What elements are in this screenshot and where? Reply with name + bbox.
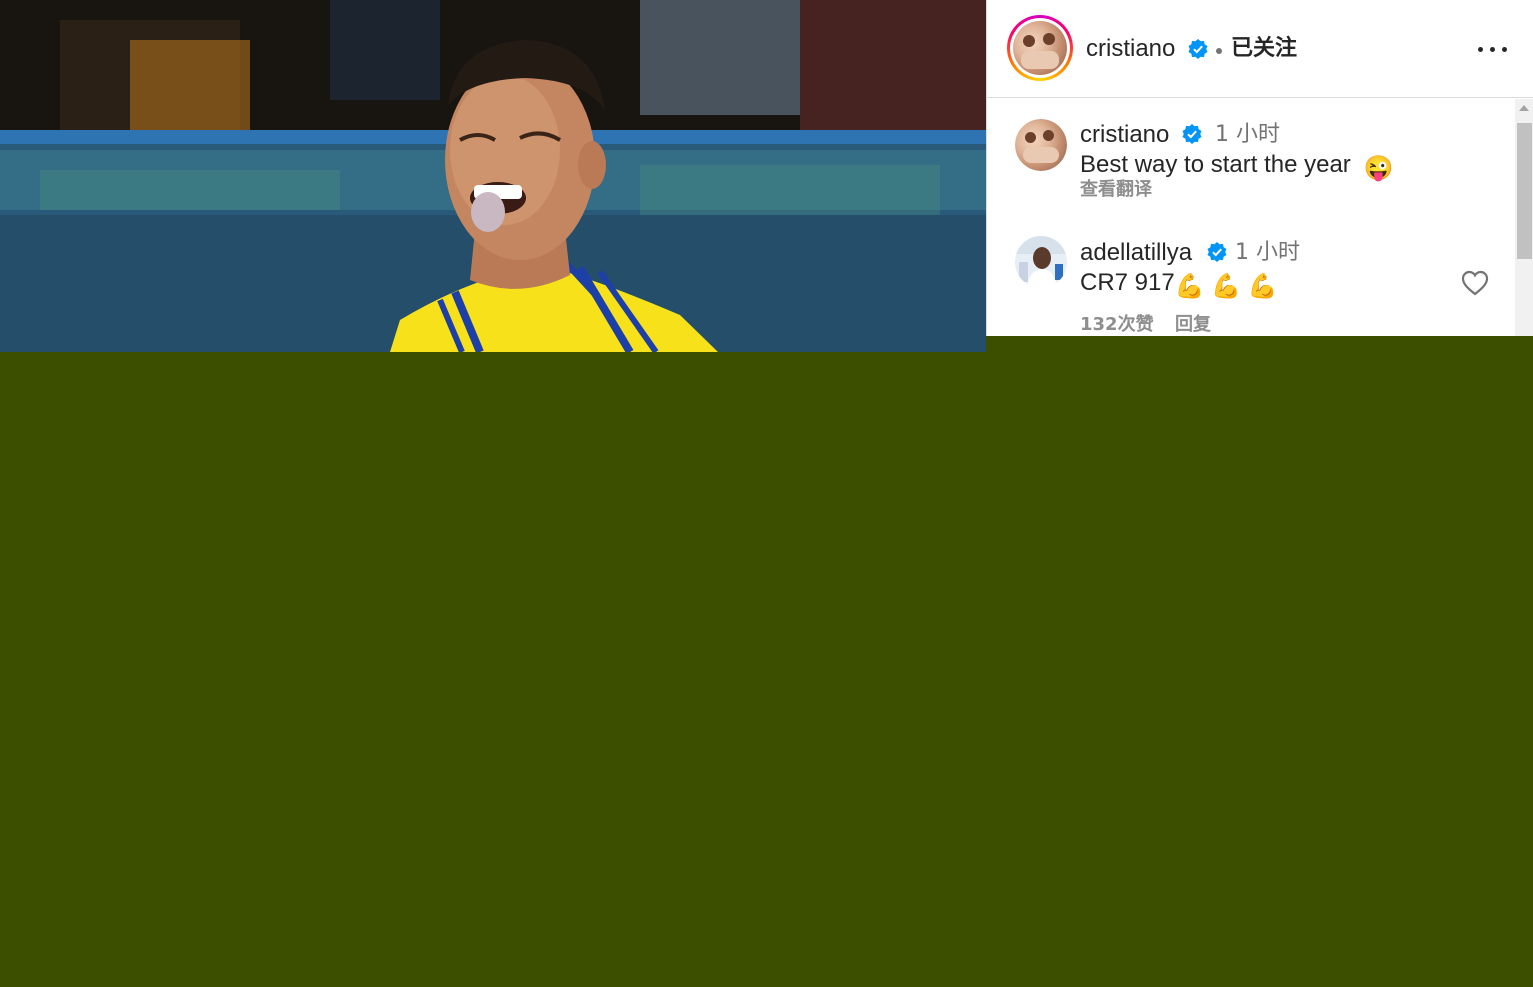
- comment-text-body: Best way to start the year: [1080, 151, 1351, 178]
- comment-timestamp[interactable]: 1 小时: [1215, 121, 1280, 149]
- comment-avatar-image: [1015, 119, 1067, 171]
- author-avatar[interactable]: [1007, 15, 1073, 81]
- comment-timestamp[interactable]: 1 小时: [1235, 239, 1300, 267]
- comment-avatar[interactable]: [1015, 236, 1067, 288]
- scroll-up-arrow-icon[interactable]: [1519, 105, 1529, 111]
- comment-avatar[interactable]: [1015, 119, 1067, 171]
- post-header: cristiano 已关注: [987, 0, 1533, 98]
- comment-text-body: CR7 917: [1080, 269, 1175, 296]
- scrollbar-thumb[interactable]: [1517, 123, 1532, 259]
- follow-status-button[interactable]: 已关注: [1231, 34, 1297, 64]
- see-translation-link[interactable]: 查看翻译: [1080, 179, 1152, 201]
- comment-username[interactable]: adellatillya: [1080, 239, 1192, 267]
- verified-badge-icon: [1207, 242, 1227, 262]
- page-root: cristiano 已关注 cristiano 1 小时 Best way to…: [0, 0, 1533, 987]
- post-photo-image: [0, 0, 986, 352]
- more-options-icon[interactable]: [1475, 36, 1511, 62]
- like-heart-icon[interactable]: [1461, 270, 1489, 296]
- reply-button[interactable]: 回复: [1175, 314, 1211, 336]
- flexed-biceps-emoji: 💪 💪 💪: [1174, 273, 1278, 300]
- comment-like-count[interactable]: 132次赞: [1080, 314, 1154, 336]
- verified-badge-icon: [1188, 39, 1208, 59]
- author-avatar-image: [1013, 21, 1067, 75]
- author-username[interactable]: cristiano: [1086, 34, 1175, 64]
- post-side-panel: cristiano 已关注 cristiano 1 小时 Best way to…: [986, 0, 1533, 336]
- comment-item: adellatillya 1 小时 CR7 917💪 💪 💪 132次赞 回复: [987, 219, 1507, 336]
- comment-avatar-image: [1015, 236, 1067, 288]
- comment-text: CR7 917💪 💪 💪: [1080, 268, 1278, 302]
- winking-tongue-emoji: 😜: [1363, 155, 1394, 182]
- caption-comment: cristiano 1 小时 Best way to start the yea…: [987, 99, 1507, 219]
- post-photo[interactable]: [0, 0, 986, 352]
- verified-badge-icon: [1182, 124, 1202, 144]
- comments-scrollbar[interactable]: [1515, 99, 1533, 336]
- separator-dot: [1216, 48, 1222, 54]
- comment-username[interactable]: cristiano: [1080, 121, 1169, 149]
